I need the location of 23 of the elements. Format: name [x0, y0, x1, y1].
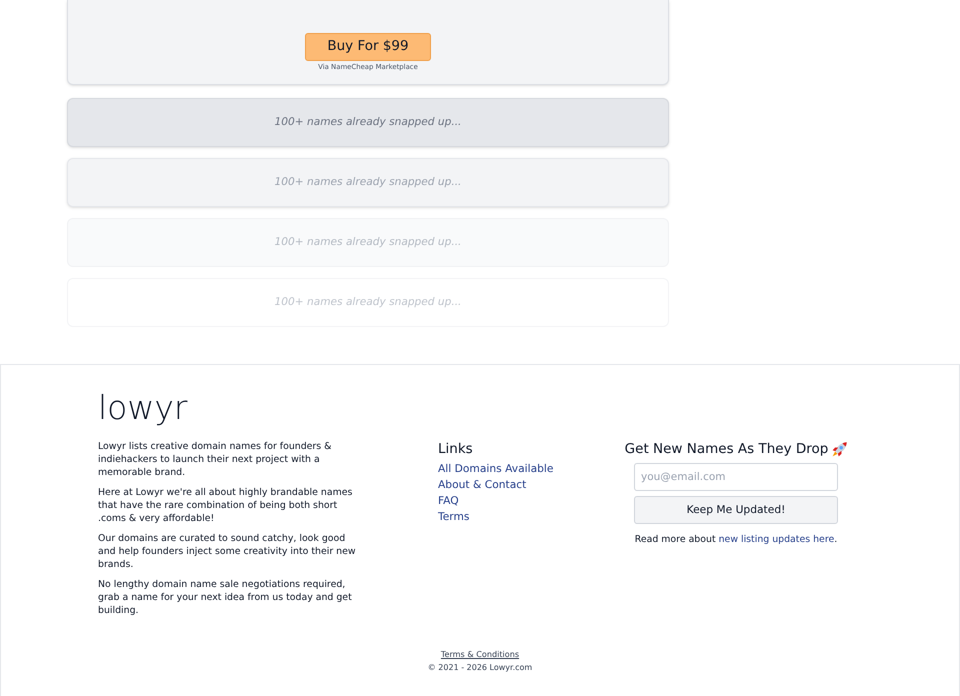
about-paragraph: Here at Lowyr we're all about highly brandable names that have the rare combination of being both short .coms & very affordable! [98, 486, 354, 525]
updates-note: Read more about new listing updates here. [634, 533, 838, 546]
subscribe-button[interactable]: Keep Me Updated! [634, 496, 838, 524]
email-field[interactable]: you@email.com [634, 463, 838, 491]
footer-link[interactable]: About & Contact [438, 477, 526, 493]
logo-wordmark: lowyr [98, 391, 188, 424]
about-paragraph: Lowyr lists creative domain names for founders & indiehackers to launch their next project with a memorable brand. [98, 440, 332, 479]
newsletter-heading: Get New Names As They Drop [624, 440, 828, 458]
rocket-icon [832, 442, 848, 456]
copyright-text: © 2021 - 2026 Lowyr.com [428, 662, 532, 673]
updates-link[interactable]: new listing updates here [718, 534, 834, 545]
teaser-text: 100+ names already snapped up... [274, 117, 462, 128]
footer-link[interactable]: FAQ [438, 493, 459, 509]
terms-link[interactable]: Terms & Conditions [440, 649, 520, 660]
teaser-text: 100+ names already snapped up... [274, 237, 462, 248]
links-heading: Links [438, 440, 473, 458]
footer-link[interactable]: All Domains Available [438, 461, 554, 477]
teaser-text: 100+ names already snapped up... [274, 177, 462, 188]
footer-link[interactable]: Terms [438, 509, 470, 525]
buy-button[interactable]: Buy For $99 [305, 33, 431, 61]
about-paragraph: Our domains are curated to sound catchy, look good and help founders inject some creativity into their new brands. [98, 532, 356, 571]
about-paragraph: No lengthy domain name sale negotiations required, grab a name for your next idea from us today and get building. [98, 578, 353, 617]
teaser-text: 100+ names already snapped up... [274, 297, 462, 308]
